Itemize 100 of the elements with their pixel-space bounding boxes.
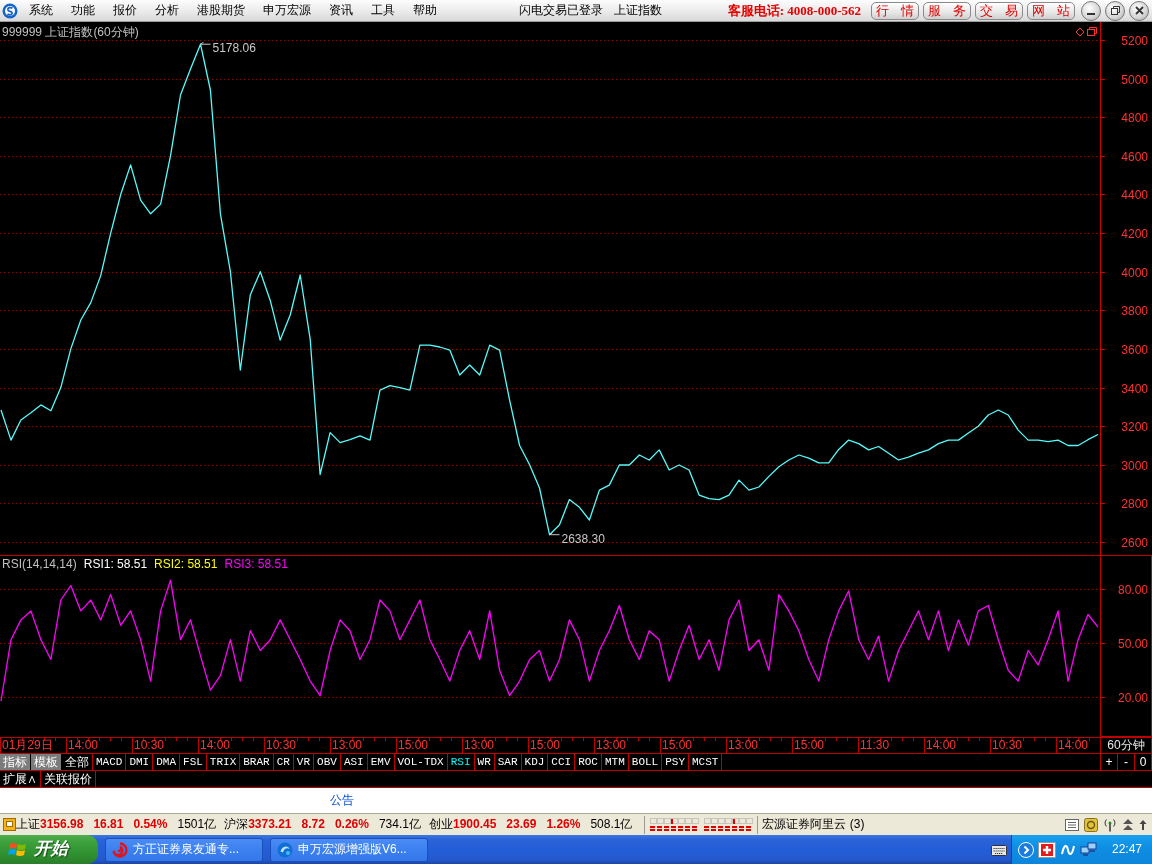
axis-tick-label: 2800 bbox=[1121, 497, 1148, 511]
time-axis-label: 13:00 bbox=[464, 738, 495, 752]
chevron-icon[interactable] bbox=[1017, 841, 1034, 858]
menu-item[interactable]: 港股期货 bbox=[188, 1, 254, 20]
index-name: 创业 bbox=[428, 817, 453, 832]
tile-icon[interactable] bbox=[3, 818, 16, 831]
menu-item[interactable]: 工具 bbox=[362, 1, 404, 20]
restore-icon bbox=[1110, 6, 1120, 15]
indicator-tab[interactable]: 指标 bbox=[0, 754, 31, 770]
rsi-legend-label: RSI3: 58.51 bbox=[224, 557, 288, 571]
index-name: 上证 bbox=[16, 817, 40, 832]
clock-text: 22:47 bbox=[1111, 842, 1142, 857]
notice-link[interactable]: 公告 bbox=[330, 793, 354, 807]
app-logo-icon[interactable] bbox=[2, 2, 18, 19]
list-icon[interactable] bbox=[1065, 817, 1079, 832]
diamond-icon[interactable] bbox=[1075, 27, 1085, 37]
indicator-tab[interactable]: MACD bbox=[93, 754, 127, 770]
rsi-legend-label: RSI1: 58.51 bbox=[83, 557, 148, 571]
quick-button[interactable]: 交 易 bbox=[975, 1, 1023, 20]
task-button[interactable]: 申万宏源增强版V6... bbox=[270, 837, 428, 862]
axis-tick-label: 4200 bbox=[1121, 227, 1148, 241]
index-change: 23.69 bbox=[506, 817, 537, 832]
indicator-tab[interactable]: VR bbox=[293, 754, 315, 770]
axis-tick-label: 4400 bbox=[1121, 188, 1148, 202]
index-percent: 0.54% bbox=[133, 817, 168, 832]
axis-tick-label: 2600 bbox=[1121, 536, 1148, 550]
windows-flag-icon bbox=[8, 840, 28, 859]
menu-item[interactable]: 功能 bbox=[62, 1, 104, 20]
time-axis-label: 13:00 bbox=[332, 738, 363, 752]
index-title: 上证指数 bbox=[613, 3, 662, 18]
network-icon[interactable] bbox=[1079, 841, 1098, 858]
time-axis-label: 13:00 bbox=[728, 738, 759, 752]
restore-button[interactable] bbox=[1105, 0, 1125, 21]
close-button[interactable] bbox=[1129, 0, 1149, 21]
time-axis-label: 14:00 bbox=[68, 738, 99, 752]
indicator-tab[interactable]: CCI bbox=[548, 754, 576, 770]
axis-tick-label: 3200 bbox=[1121, 420, 1148, 434]
window-icon[interactable] bbox=[1087, 27, 1097, 36]
indicator-tab[interactable]: OBV bbox=[314, 754, 341, 770]
axis-tick-label: 3000 bbox=[1121, 459, 1148, 473]
menu-item[interactable]: 系统 bbox=[20, 1, 62, 20]
quick-button[interactable]: 服 务 bbox=[923, 1, 971, 20]
axis-tick-label: 50.00 bbox=[1117, 637, 1148, 651]
menu-item[interactable]: 帮助 bbox=[404, 1, 446, 20]
axis-tick-label: 3800 bbox=[1121, 304, 1148, 318]
index-value: 1900.45 bbox=[452, 817, 497, 832]
indicator-tab[interactable]: MTM bbox=[602, 754, 629, 770]
minimize-button[interactable] bbox=[1081, 0, 1101, 21]
start-button[interactable]: 开始 bbox=[0, 835, 98, 864]
axis-tick-label: 4600 bbox=[1121, 150, 1148, 164]
price-annotation: 2638.30 bbox=[561, 531, 605, 546]
sphere-icon bbox=[277, 841, 293, 858]
quick-button[interactable]: 行 情 bbox=[871, 1, 919, 20]
index-value: 3156.98 bbox=[40, 817, 84, 832]
axis-tick-label: 4000 bbox=[1121, 266, 1148, 280]
time-axis-label: 10:30 bbox=[992, 738, 1023, 752]
time-axis-label: 15:00 bbox=[794, 738, 825, 752]
menu-item[interactable]: 申万宏源 bbox=[254, 1, 320, 20]
dash-meter-icon bbox=[649, 817, 754, 832]
indicator-tab[interactable]: WR bbox=[474, 754, 495, 770]
time-axis-label: 14:00 bbox=[200, 738, 231, 752]
indicator-tab[interactable]: 全部 bbox=[62, 754, 93, 770]
double-arrow-icon[interactable] bbox=[1122, 817, 1134, 832]
server-label: 宏源证券阿里云 (3) bbox=[762, 817, 865, 832]
time-axis-label: 14:00 bbox=[1058, 738, 1089, 752]
quick-button[interactable]: 网 站 bbox=[1027, 1, 1075, 20]
cross-flag-icon[interactable] bbox=[1037, 841, 1056, 858]
axis-tick-label: 80.00 bbox=[1117, 583, 1148, 597]
panel-button[interactable]: 关联报价 bbox=[41, 771, 96, 787]
coin-icon[interactable] bbox=[1084, 817, 1098, 832]
turnover-amount: 1501亿 bbox=[177, 817, 217, 832]
turnover-amount: 508.1亿 bbox=[590, 817, 633, 832]
indicator-tab[interactable]: VOL-TDX bbox=[394, 754, 448, 770]
indicator-tab[interactable]: 模板 bbox=[31, 754, 62, 770]
leader-line bbox=[200, 41, 211, 45]
axis-tick-label: 20.00 bbox=[1117, 691, 1148, 705]
task-button[interactable]: 方正证券泉友通专... bbox=[105, 837, 263, 862]
index-name: 沪深 bbox=[224, 817, 249, 832]
antenna-icon[interactable] bbox=[1103, 817, 1117, 832]
time-axis-label: 15:00 bbox=[398, 738, 429, 752]
panel-button[interactable]: 扩展∧ bbox=[0, 771, 41, 787]
minimize-icon bbox=[1087, 12, 1095, 15]
menu-item[interactable]: 资讯 bbox=[320, 1, 362, 20]
index-value: 3373.21 bbox=[248, 817, 292, 832]
keyboard-icon[interactable] bbox=[990, 843, 1007, 856]
time-axis-label: 14:00 bbox=[926, 738, 957, 752]
hotline-text: 客服电话: 4008-000-562 bbox=[727, 2, 861, 19]
index-percent: 1.26% bbox=[546, 817, 581, 832]
price-annotation: 5178.06 bbox=[212, 41, 256, 56]
swirl-icon bbox=[112, 841, 128, 858]
indicator-tab[interactable]: MCST bbox=[689, 754, 723, 770]
axis-tick-label: 3400 bbox=[1121, 382, 1148, 396]
turnover-amount: 734.1亿 bbox=[378, 817, 421, 832]
leader-line bbox=[549, 532, 560, 536]
axis-tick-label: 5000 bbox=[1121, 73, 1148, 87]
menu-item[interactable]: 报价 bbox=[104, 1, 146, 20]
menu-item[interactable]: 分析 bbox=[146, 1, 188, 20]
rsi-legend-label: RSI2: 58.51 bbox=[154, 557, 218, 571]
close-icon bbox=[1134, 6, 1144, 15]
rsi-legend-label: RSI(14,14,14) bbox=[2, 557, 77, 571]
